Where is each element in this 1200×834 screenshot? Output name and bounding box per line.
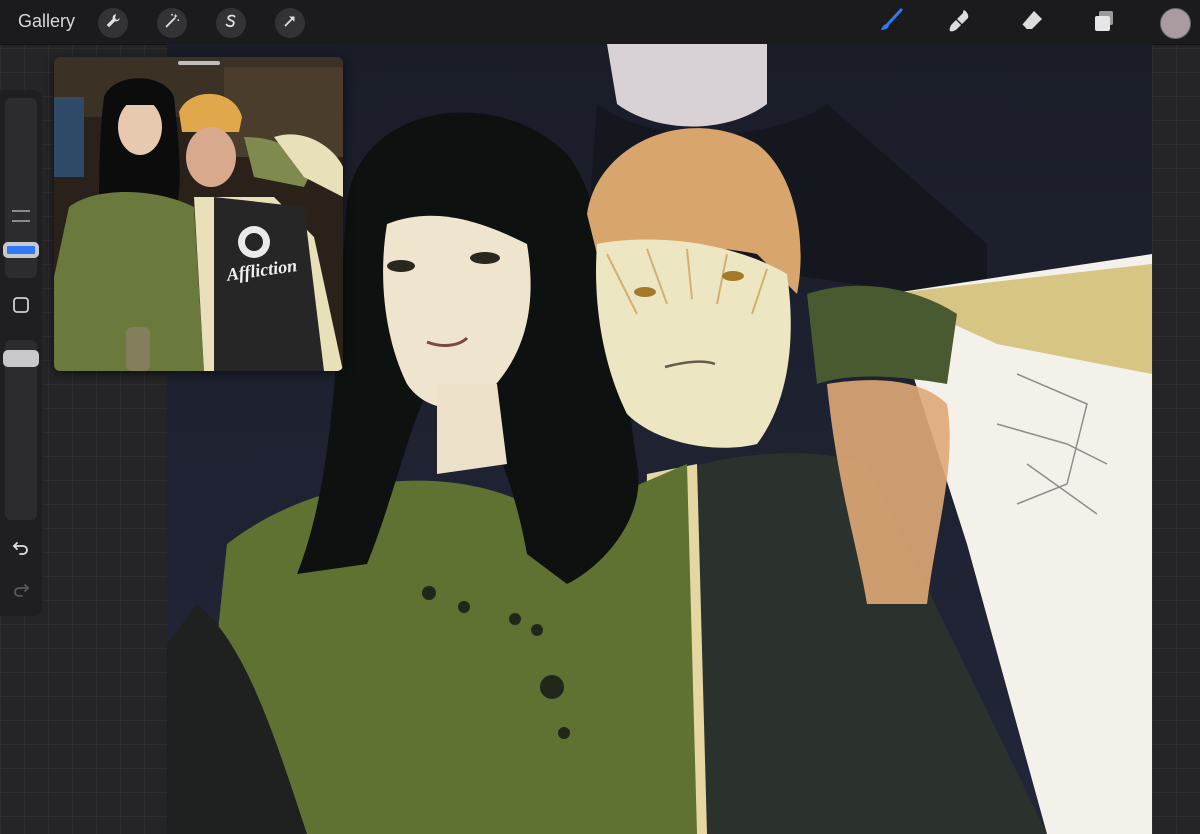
reference-drag-handle[interactable] (178, 61, 220, 65)
transform-button[interactable] (275, 8, 305, 38)
top-toolbar: Gallery (0, 0, 1200, 45)
size-mark (12, 220, 30, 222)
redo-icon (11, 579, 31, 604)
undo-button[interactable] (8, 536, 34, 562)
modify-button[interactable] (8, 294, 34, 320)
reference-photo: Affliction (54, 57, 343, 371)
gallery-button[interactable]: Gallery (18, 11, 75, 32)
undo-icon (11, 537, 31, 562)
smudge-icon (946, 7, 974, 40)
brush-tool-button[interactable] (874, 7, 906, 39)
opacity-slider[interactable] (5, 340, 37, 520)
layers-icon (1090, 7, 1118, 40)
selection-button[interactable] (216, 8, 246, 38)
left-sidebar (0, 90, 42, 616)
modify-square-icon (11, 295, 31, 320)
layers-button[interactable] (1088, 7, 1120, 39)
brush-size-handle[interactable] (3, 242, 39, 258)
magic-wand-icon (163, 12, 181, 35)
adjustments-button[interactable] (157, 8, 187, 38)
selection-s-icon (222, 12, 240, 35)
opacity-handle[interactable] (3, 350, 39, 367)
color-picker-button[interactable] (1160, 8, 1191, 39)
size-mark (12, 210, 30, 212)
smudge-tool-button[interactable] (944, 7, 976, 39)
eraser-icon (1018, 7, 1046, 40)
eraser-tool-button[interactable] (1016, 7, 1048, 39)
transform-arrow-icon (281, 12, 299, 35)
actions-button[interactable] (98, 8, 128, 38)
brush-icon (876, 7, 904, 40)
redo-button[interactable] (8, 578, 34, 604)
reference-window[interactable]: Affliction (54, 57, 343, 371)
wrench-icon (104, 12, 122, 35)
